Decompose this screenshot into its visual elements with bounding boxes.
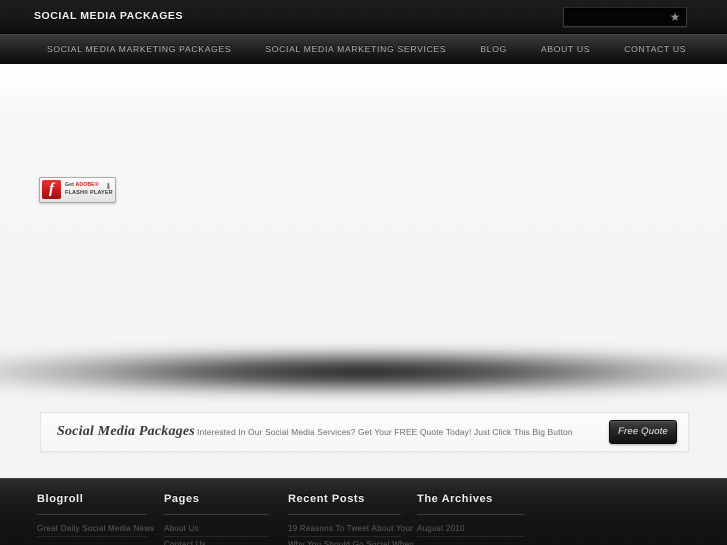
cta-banner: Social Media Packages Interested In Our … — [40, 412, 689, 452]
nav-item-packages[interactable]: SOCIAL MEDIA MARKETING PACKAGES — [30, 35, 248, 64]
site-header: SOCIAL MEDIA PACKAGES ★ — [0, 0, 727, 34]
footer-heading-pages: Pages — [164, 493, 200, 505]
flash-brand-label: ADOBE® — [75, 182, 99, 188]
footer-heading-archives: The Archives — [417, 493, 493, 505]
footer-link-why-you-should-go-social[interactable]: Why You Should Go Social When — [288, 537, 414, 545]
content-stage: Get ADOBE® FLASH® PLAYER ⬇ — [0, 64, 727, 402]
footer-heading-blogroll: Blogroll — [37, 493, 84, 505]
nav-item-about-us[interactable]: ABOUT US — [524, 35, 607, 64]
star-icon[interactable]: ★ — [669, 11, 681, 23]
free-quote-button[interactable]: Free Quote — [609, 420, 677, 444]
footer-divider — [164, 514, 269, 515]
footer-column-recent-posts: Recent Posts 19 Reasons To Tweet About Y… — [288, 493, 414, 545]
cta-section: Social Media Packages Interested In Our … — [0, 402, 727, 478]
flash-get-label: Get — [65, 182, 76, 188]
footer-column-archives: The Archives August 2010 — [417, 493, 524, 537]
page-title: SOCIAL MEDIA PACKAGES — [34, 10, 184, 22]
footer-link-contact-us[interactable]: Contact Us — [164, 537, 269, 545]
footer-heading-recent-posts: Recent Posts — [288, 493, 365, 505]
footer-link-august-2010[interactable]: August 2010 — [417, 521, 524, 537]
flash-logo-icon — [42, 180, 61, 199]
flash-badge-line1: Get ADOBE® — [65, 182, 99, 188]
main-navigation: SOCIAL MEDIA MARKETING PACKAGES SOCIAL M… — [0, 34, 727, 65]
footer-column-blogroll: Blogroll Great Daily Social Media News — [37, 493, 154, 537]
footer-link-19-reasons-to-tweet[interactable]: 19 Reasons To Tweet About Your — [288, 521, 413, 537]
cta-description: Interested In Our Social Media Services?… — [197, 427, 573, 437]
footer-divider — [288, 514, 401, 515]
footer-link-about-us[interactable]: About Us — [164, 521, 269, 537]
cta-title: Social Media Packages — [57, 424, 195, 439]
page-root: SOCIAL MEDIA PACKAGES ★ SOCIAL MEDIA MAR… — [0, 0, 727, 545]
stage-texture — [0, 64, 727, 402]
get-flash-player-badge[interactable]: Get ADOBE® FLASH® PLAYER ⬇ — [39, 177, 116, 203]
footer-divider — [417, 514, 524, 515]
footer-divider — [37, 514, 147, 515]
nav-item-contact-us[interactable]: CONTACT US — [607, 35, 703, 64]
download-arrow-icon: ⬇ — [105, 182, 112, 191]
site-footer: Blogroll Great Daily Social Media News P… — [0, 478, 727, 545]
footer-column-pages: Pages About Us Contact Us — [164, 493, 269, 545]
search-input[interactable] — [568, 8, 664, 26]
nav-list: SOCIAL MEDIA MARKETING PACKAGES SOCIAL M… — [30, 35, 703, 64]
header-search-box[interactable]: ★ — [563, 7, 687, 27]
footer-link-great-daily-social-media-news[interactable]: Great Daily Social Media News — [37, 521, 154, 537]
nav-item-services[interactable]: SOCIAL MEDIA MARKETING SERVICES — [248, 35, 463, 64]
nav-item-blog[interactable]: BLOG — [463, 35, 524, 64]
